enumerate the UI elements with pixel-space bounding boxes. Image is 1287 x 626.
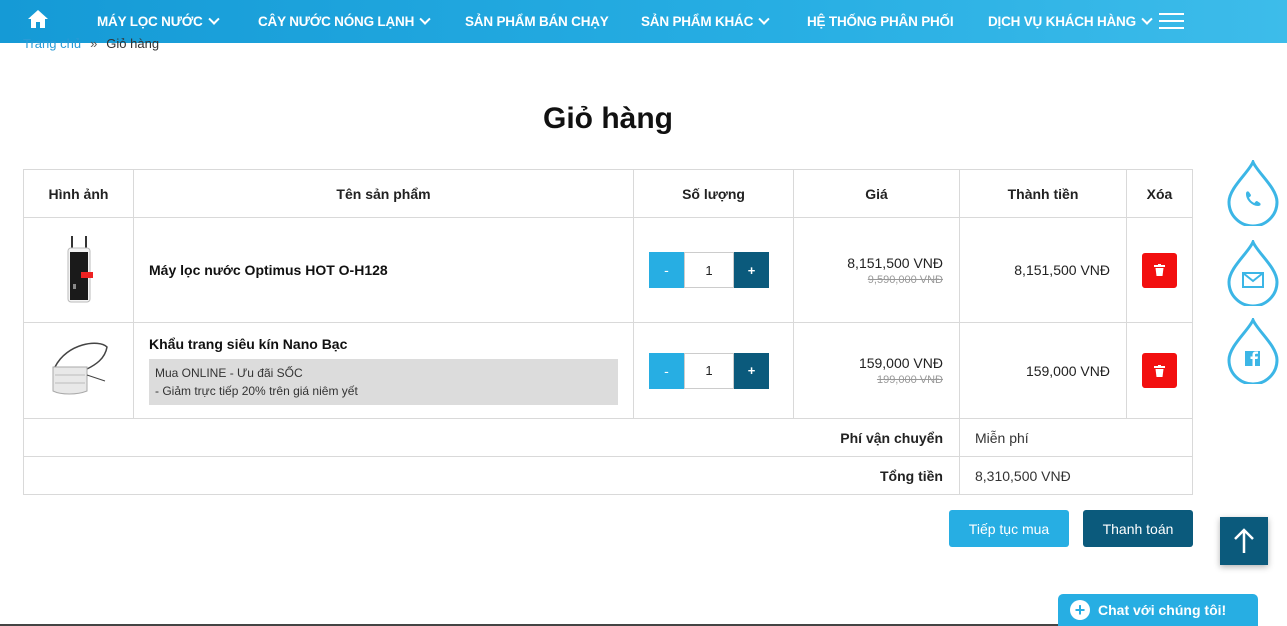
nav-item-san-pham-khac[interactable]: SẢN PHẨM KHÁC <box>641 0 770 43</box>
delete-button[interactable] <box>1142 353 1177 388</box>
delete-button[interactable] <box>1142 252 1177 288</box>
price: 8,151,500 VNĐ <box>847 254 943 271</box>
product-image[interactable] <box>23 322 134 419</box>
qty-plus-button[interactable]: + <box>734 352 769 389</box>
nav-item-ban-chay[interactable]: SẢN PHẨM BÁN CHẠY <box>465 0 609 43</box>
header-price: Giá <box>793 169 960 218</box>
chat-label: Chat với chúng tôi! <box>1098 602 1227 618</box>
promo-box: Mua ONLINE - Ưu đãi SỐC - Giảm trực tiếp… <box>149 359 618 405</box>
total-label: Tổng tiền <box>23 456 960 495</box>
trash-icon <box>1154 364 1165 377</box>
qty-minus-button[interactable]: - <box>649 252 684 288</box>
phone-icon[interactable] <box>1227 160 1279 226</box>
trash-icon <box>1154 264 1165 276</box>
cart-table: Hình ảnh Tên sản phẩm Số lượng Giá Thành… <box>23 169 1193 495</box>
table-row: Máy lọc nước Optimus HOT O-H128 - 1 + 8,… <box>23 217 1193 323</box>
chevron-down-icon <box>1141 13 1153 25</box>
plus-icon: + <box>1070 600 1090 620</box>
product-name[interactable]: Máy lọc nước Optimus HOT O-H128 <box>149 262 618 278</box>
nav-item-dich-vu[interactable]: DỊCH VỤ KHÁCH HÀNG <box>988 0 1153 43</box>
qty-plus-button[interactable]: + <box>734 252 769 288</box>
header-name: Tên sản phẩm <box>133 169 634 218</box>
mail-icon[interactable] <box>1227 240 1279 306</box>
product-image[interactable] <box>23 217 134 323</box>
header-image: Hình ảnh <box>23 169 134 218</box>
quantity-stepper: - 1 + <box>649 352 769 389</box>
back-to-top-button[interactable] <box>1220 517 1268 565</box>
old-price: 199,000 VNĐ <box>876 374 943 386</box>
total-row: Tổng tiền 8,310,500 VNĐ <box>23 456 1193 495</box>
chevron-down-icon <box>758 13 770 25</box>
header-delete: Xóa <box>1126 169 1193 218</box>
nav-item-phan-phoi[interactable]: HỆ THỐNG PHÂN PHỐI <box>807 0 954 43</box>
price: 159,000 VNĐ <box>858 355 943 371</box>
facebook-icon[interactable] <box>1227 318 1279 384</box>
table-row: Khẩu trang siêu kín Nano Bạc Mua ONLINE … <box>23 322 1193 419</box>
chevron-down-icon <box>207 13 220 25</box>
qty-input[interactable]: 1 <box>684 252 734 288</box>
table-header-row: Hình ảnh Tên sản phẩm Số lượng Giá Thành… <box>23 169 1193 218</box>
shipping-value: Miễn phí <box>959 418 1193 457</box>
breadcrumb-current: Giỏ hàng <box>106 36 160 51</box>
qty-input[interactable]: 1 <box>684 352 734 389</box>
chat-widget[interactable]: + Chat với chúng tôi! <box>1058 594 1258 626</box>
old-price: 9,590,000 VNĐ <box>867 273 943 286</box>
shipping-row: Phí vận chuyển Miễn phí <box>23 418 1193 457</box>
home-icon[interactable] <box>27 9 49 29</box>
qty-minus-button[interactable]: - <box>649 352 684 389</box>
total-value: 8,310,500 VNĐ <box>959 456 1193 495</box>
page-title: Giỏ hàng <box>543 102 673 135</box>
water-purifier-image <box>67 235 93 302</box>
header-total: Thành tiền <box>959 169 1127 218</box>
continue-shopping-button[interactable]: Tiếp tục mua <box>949 510 1069 547</box>
breadcrumb: Trang chủ» Giỏ hàng <box>23 36 160 51</box>
product-name[interactable]: Khẩu trang siêu kín Nano Bạc <box>149 336 618 352</box>
checkout-button[interactable]: Thanh toán <box>1083 510 1193 547</box>
breadcrumb-home[interactable]: Trang chủ <box>23 36 81 51</box>
chevron-down-icon <box>419 13 431 25</box>
quantity-stepper: - 1 + <box>649 252 769 288</box>
arrow-up-icon <box>1234 528 1254 553</box>
nav-item-cay-nuoc[interactable]: CÂY NƯỚC NÓNG LẠNH <box>258 0 431 43</box>
top-nav: MÁY LỌC NƯỚC CÂY NƯỚC NÓNG LẠNH SẢN PHẨM… <box>0 0 1287 43</box>
shipping-label: Phí vận chuyển <box>23 418 960 457</box>
hamburger-icon[interactable] <box>1159 13 1184 30</box>
header-qty: Số lượng <box>633 169 794 218</box>
line-total: 8,151,500 VNĐ <box>959 217 1127 323</box>
face-mask-image <box>52 342 108 395</box>
line-total: 159,000 VNĐ <box>959 322 1127 419</box>
